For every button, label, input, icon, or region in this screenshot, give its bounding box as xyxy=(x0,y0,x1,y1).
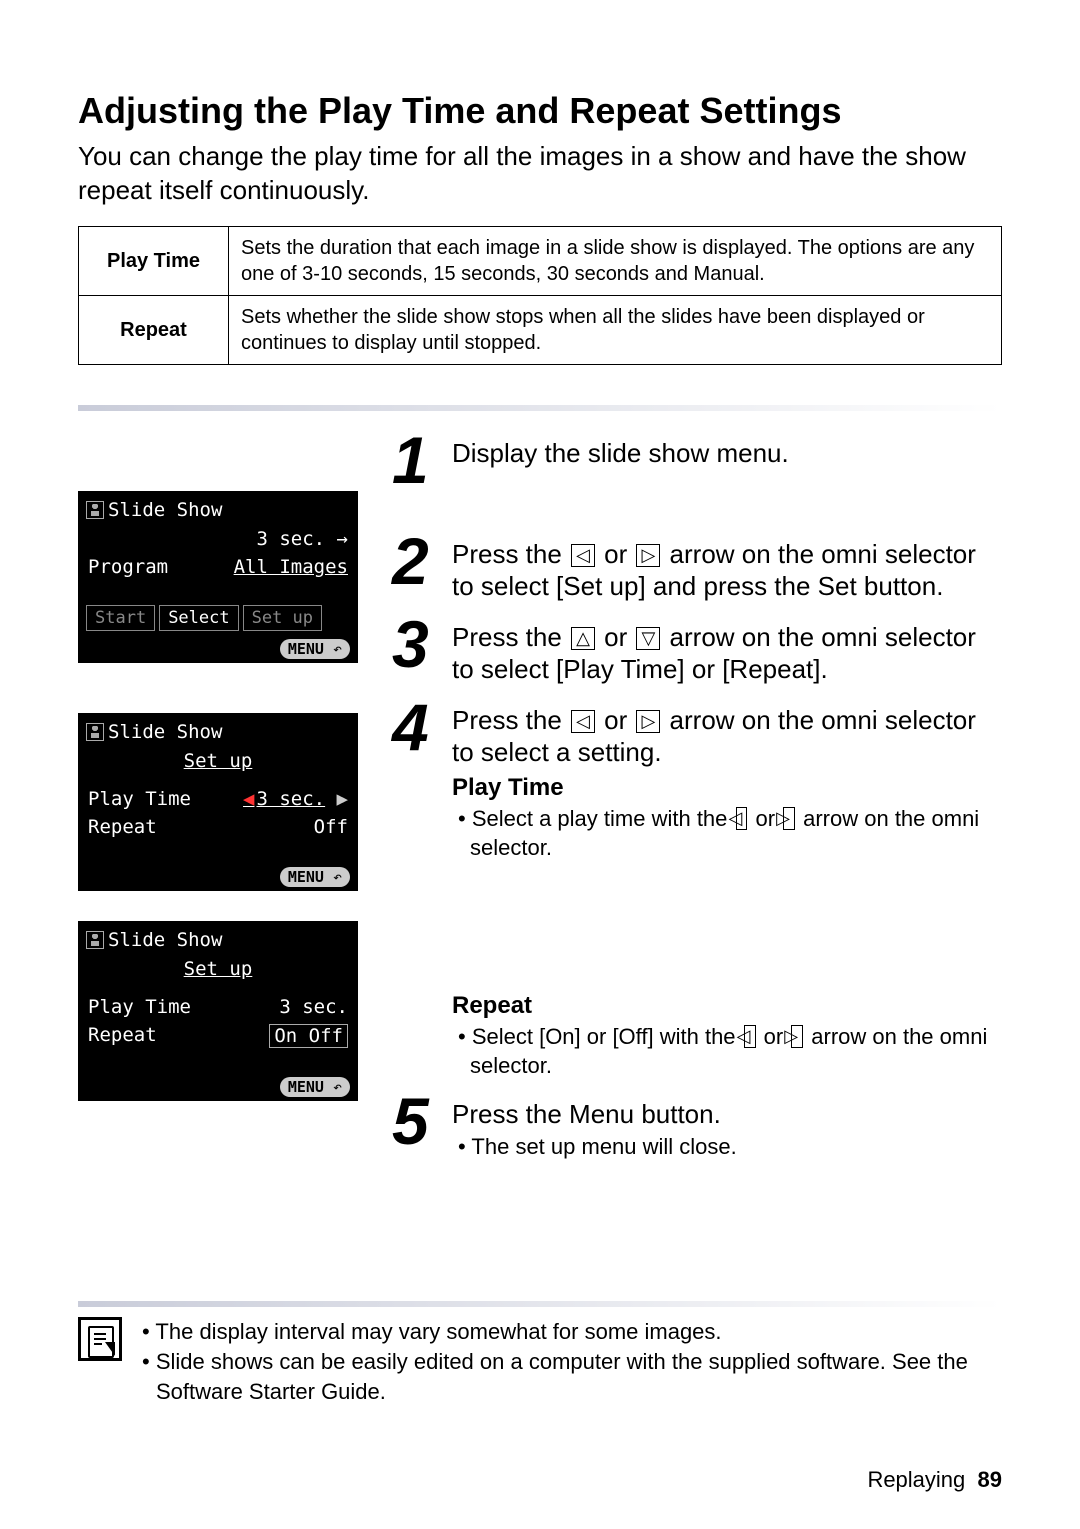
up-arrow-icon: △ xyxy=(571,627,595,650)
left-arrow-icon: ◁ xyxy=(744,1025,756,1048)
step-3-text: Press the △ or ▽ arrow on the omni selec… xyxy=(452,615,1002,686)
step-number-1: 1 xyxy=(392,431,446,490)
lcd1-tab-setup: Set up xyxy=(243,605,322,631)
repeat-desc: Sets whether the slide show stops when a… xyxy=(229,295,1002,364)
step-4-text: Press the ◁ or ▷ arrow on the omni selec… xyxy=(452,698,1002,1080)
footer-page-number: 89 xyxy=(978,1467,1002,1492)
step-5-note: The set up menu will close. xyxy=(452,1133,1002,1162)
section-divider xyxy=(78,405,1002,411)
step-4-repeat-heading: Repeat xyxy=(452,991,1002,1021)
lcd1-tab-select: Select xyxy=(159,605,238,631)
playtime-label: Play Time xyxy=(79,226,229,295)
lcd1-program-value: All Images xyxy=(234,556,348,578)
slideshow-icon xyxy=(86,931,104,949)
right-arrow-icon: ▷ xyxy=(636,710,660,733)
lcd-screen-1: Slide Show 3 sec. → Program All Images St… xyxy=(78,491,358,663)
lcd1-menu-pill: MENU xyxy=(280,639,350,659)
lcd2-subtitle: Set up xyxy=(184,750,253,772)
step-5-text: Press the Menu button. The set up menu w… xyxy=(452,1092,1002,1161)
right-arrow-icon: ▷ xyxy=(791,1025,803,1048)
step-number-4: 4 xyxy=(392,698,446,757)
step-2-text: Press the ◁ or ▷ arrow on the omni selec… xyxy=(452,532,1002,603)
slideshow-icon xyxy=(86,501,104,519)
note-list: The display interval may vary somewhat f… xyxy=(140,1317,1002,1406)
note-divider xyxy=(78,1301,1002,1307)
page-footer: Replaying 89 xyxy=(867,1467,1002,1493)
left-arrow-icon: ◁ xyxy=(571,710,595,733)
step-number-5: 5 xyxy=(392,1092,446,1151)
left-arrow-icon: ◁ xyxy=(736,807,748,830)
lcd3-row1-label: Play Time xyxy=(88,996,191,1018)
playtime-desc: Sets the duration that each image in a s… xyxy=(229,226,1002,295)
lcd1-time-hint: 3 sec. → xyxy=(256,528,348,550)
down-arrow-icon: ▽ xyxy=(636,627,660,650)
lcd-screen-3: Slide Show Set up Play Time 3 sec. Repeat… xyxy=(78,921,358,1101)
note-item: Slide shows can be easily edited on a co… xyxy=(140,1347,1002,1406)
slideshow-icon xyxy=(86,723,104,741)
lcd2-row1-value: 3 sec. xyxy=(243,788,325,810)
step-1-text: Display the slide show menu. xyxy=(452,431,1002,470)
lcd2-row2-value: Off xyxy=(314,816,348,838)
note-item: The display interval may vary somewhat f… xyxy=(140,1317,1002,1347)
right-arrow-icon: ▷ xyxy=(636,544,660,567)
lcd3-title: Slide Show xyxy=(108,929,222,951)
intro-text: You can change the play time for all the… xyxy=(78,140,1002,208)
lcd1-program-label: Program xyxy=(88,556,168,578)
lcd2-title: Slide Show xyxy=(108,721,222,743)
lcd-screen-2: Slide Show Set up Play Time 3 sec. Repeat… xyxy=(78,713,358,891)
lcd1-title: Slide Show xyxy=(108,499,222,521)
lcd3-row1-value: 3 sec. xyxy=(279,996,348,1018)
step-4-playtime-heading: Play Time xyxy=(452,773,1002,803)
footer-section: Replaying xyxy=(867,1467,965,1492)
lcd2-row2-label: Repeat xyxy=(88,816,157,838)
lcd2-row1-label: Play Time xyxy=(88,788,191,810)
settings-table: Play Time Sets the duration that each im… xyxy=(78,226,1002,365)
step-4-repeat-note: Select [On] or [Off] with the ◁ or ▷ arr… xyxy=(452,1023,1002,1080)
lcd3-row2-label: Repeat xyxy=(88,1024,157,1048)
step-number-2: 2 xyxy=(392,532,446,591)
step-4-playtime-note: Select a play time with the ◁ or ▷ arrow… xyxy=(452,805,1002,862)
lcd1-tab-start: Start xyxy=(86,605,155,631)
lcd2-menu-pill: MENU xyxy=(280,867,350,887)
lcd3-row2-value: On Off xyxy=(269,1024,348,1048)
lcd3-subtitle: Set up xyxy=(184,958,253,980)
repeat-label: Repeat xyxy=(79,295,229,364)
lcd3-menu-pill: MENU xyxy=(280,1077,350,1097)
step-number-3: 3 xyxy=(392,615,446,674)
note-icon xyxy=(78,1317,122,1361)
left-arrow-icon: ◁ xyxy=(571,544,595,567)
right-arrow-icon: ▷ xyxy=(783,807,795,830)
page-title: Adjusting the Play Time and Repeat Setti… xyxy=(78,90,1002,132)
